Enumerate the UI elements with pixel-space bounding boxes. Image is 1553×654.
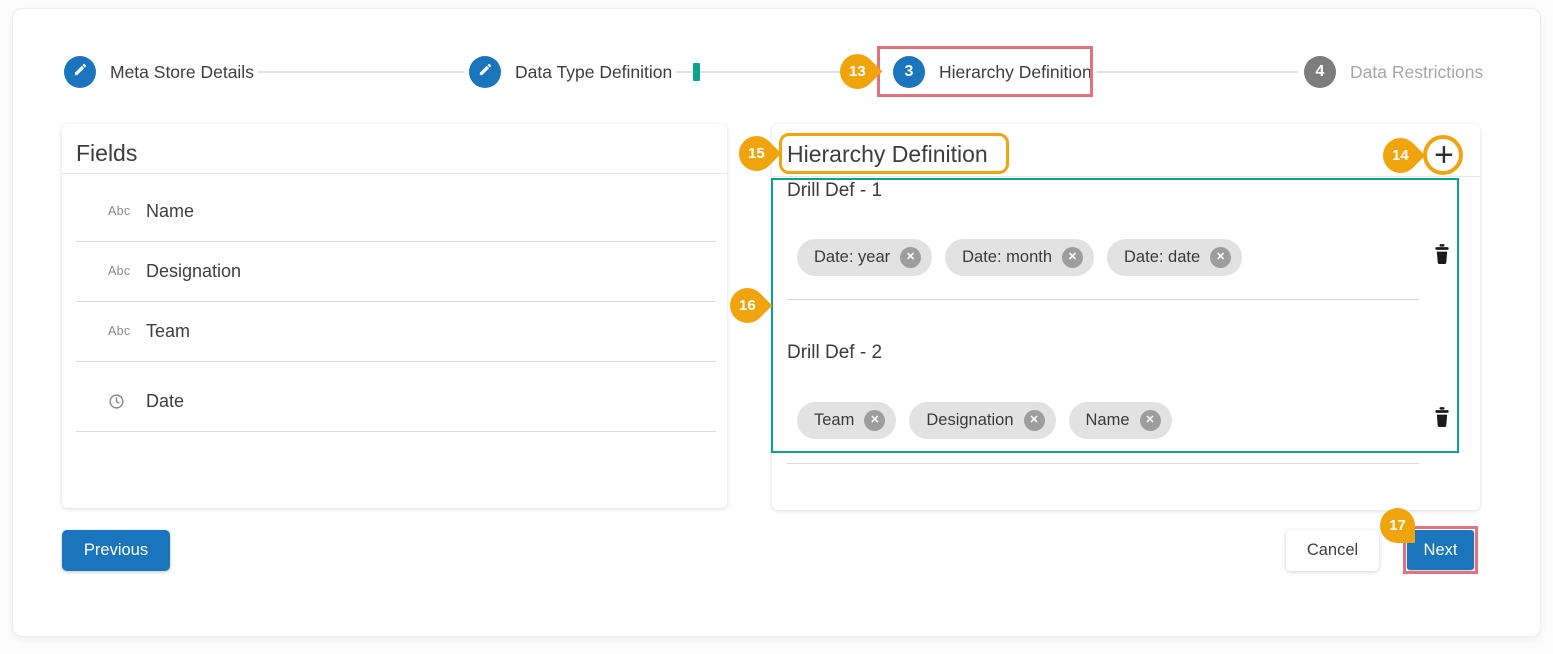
fields-panel	[62, 124, 727, 508]
field-row-designation[interactable]: Abc Designation	[108, 258, 241, 284]
chip-date-month: Date: month ✕	[945, 239, 1094, 276]
step-connector	[676, 71, 877, 73]
step-edit-circle[interactable]	[64, 56, 96, 88]
divider	[76, 301, 716, 302]
step-number: 4	[1316, 63, 1325, 81]
divider	[787, 463, 1419, 464]
step-connector	[1097, 71, 1298, 73]
pencil-icon	[478, 62, 493, 82]
step-label: Data Restrictions	[1350, 62, 1483, 83]
stepper-step-restrictions: 4 Data Restrictions	[1304, 56, 1483, 88]
step-label: Hierarchy Definition	[939, 62, 1092, 83]
chip-designation: Designation ✕	[909, 402, 1055, 439]
step-edit-circle[interactable]	[469, 56, 501, 88]
step-number: 3	[905, 63, 914, 81]
chip-close-icon[interactable]: ✕	[864, 410, 885, 431]
delete-drill-button[interactable]	[1431, 407, 1453, 433]
field-label: Name	[146, 201, 194, 222]
field-row-name[interactable]: Abc Name	[108, 198, 194, 224]
step-label: Data Type Definition	[515, 62, 672, 83]
stepper-step-hierarchy[interactable]: 3 Hierarchy Definition	[893, 56, 1092, 88]
step-connector	[258, 71, 464, 73]
stepper-step-data-type[interactable]: Data Type Definition	[469, 56, 672, 88]
chip-date-year: Date: year ✕	[797, 239, 932, 276]
divider	[76, 431, 716, 432]
drill-chip-row: Team ✕ Designation ✕ Name ✕	[797, 402, 1172, 439]
chip-label: Date: month	[962, 248, 1052, 267]
stepper-step-meta-store[interactable]: Meta Store Details	[64, 56, 254, 88]
add-drill-button[interactable]: +	[1434, 138, 1454, 172]
chip-team: Team ✕	[797, 402, 896, 439]
drill-chip-row: Date: year ✕ Date: month ✕ Date: date ✕	[797, 239, 1242, 276]
next-button[interactable]: Next	[1407, 530, 1474, 570]
pencil-icon	[73, 62, 88, 82]
chip-label: Date: date	[1124, 248, 1200, 267]
divider	[62, 173, 727, 174]
divider	[787, 299, 1419, 300]
divider	[76, 241, 716, 242]
drill-title: Drill Def - 1	[787, 180, 882, 202]
chip-label: Designation	[926, 411, 1013, 430]
field-row-team[interactable]: Abc Team	[108, 318, 190, 344]
text-type-icon: Abc	[108, 264, 146, 278]
field-row-date[interactable]: Date	[108, 388, 184, 414]
drill-title: Drill Def - 2	[787, 342, 882, 364]
delete-drill-button[interactable]	[1431, 244, 1453, 270]
progress-tick	[693, 63, 700, 81]
chip-close-icon[interactable]: ✕	[1210, 247, 1231, 268]
divider	[76, 361, 716, 362]
chip-close-icon[interactable]: ✕	[1062, 247, 1083, 268]
text-type-icon: Abc	[108, 204, 146, 218]
chip-date-date: Date: date ✕	[1107, 239, 1242, 276]
chip-close-icon[interactable]: ✕	[1140, 410, 1161, 431]
trash-icon	[1432, 243, 1452, 271]
field-label: Team	[146, 321, 190, 342]
cancel-button[interactable]: Cancel	[1286, 530, 1379, 571]
field-label: Designation	[146, 261, 241, 282]
chip-label: Name	[1086, 411, 1130, 430]
divider	[772, 176, 1480, 177]
field-label: Date	[146, 391, 184, 412]
chip-label: Date: year	[814, 248, 890, 267]
text-type-icon: Abc	[108, 324, 146, 338]
chip-close-icon[interactable]: ✕	[1024, 410, 1045, 431]
previous-button[interactable]: Previous	[62, 530, 170, 571]
clock-icon	[108, 393, 146, 410]
hierarchy-panel-title: Hierarchy Definition	[787, 141, 988, 168]
chip-name: Name ✕	[1069, 402, 1172, 439]
step-number-circle: 4	[1304, 56, 1336, 88]
chip-close-icon[interactable]: ✕	[900, 247, 921, 268]
fields-panel-title: Fields	[76, 140, 137, 167]
step-label: Meta Store Details	[110, 62, 254, 83]
chip-label: Team	[814, 411, 854, 430]
step-number-circle[interactable]: 3	[893, 56, 925, 88]
trash-icon	[1432, 406, 1452, 434]
